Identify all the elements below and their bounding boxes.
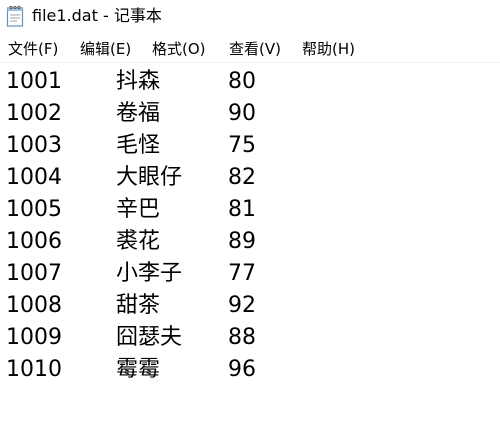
menu-edit[interactable]: 编辑(E) — [78, 36, 133, 62]
menu-file[interactable]: 文件(F) — [6, 36, 60, 62]
text-line: 1002 卷福 90 — [0, 98, 500, 130]
record-score: 82 — [228, 165, 256, 190]
record-id: 1010 — [6, 357, 62, 382]
record-name: 卷福 — [116, 101, 161, 126]
text-line: 1004 大眼仔 82 — [0, 162, 500, 194]
text-line: 1006 裘花 89 — [0, 226, 500, 258]
menu-help[interactable]: 帮助(H) — [300, 36, 357, 62]
text-line: 1010 霉霉 96 — [0, 354, 500, 386]
record-name: 裘花 — [116, 229, 161, 254]
record-id: 1001 — [6, 69, 62, 94]
record-score: 89 — [228, 229, 256, 254]
record-name: 囧瑟夫 — [116, 325, 183, 350]
record-name: 大眼仔 — [116, 165, 183, 190]
record-id: 1008 — [6, 293, 62, 318]
record-name: 辛巴 — [116, 197, 161, 222]
record-id: 1003 — [6, 133, 62, 158]
record-name: 毛怪 — [116, 133, 161, 158]
notepad-icon — [6, 5, 24, 27]
record-score: 96 — [228, 357, 256, 382]
record-score: 88 — [228, 325, 256, 350]
menu-view[interactable]: 查看(V) — [227, 36, 283, 62]
record-name: 抖森 — [116, 69, 161, 94]
record-score: 90 — [228, 101, 256, 126]
record-name: 小李子 — [116, 261, 183, 286]
menu-format[interactable]: 格式(O) — [150, 36, 208, 62]
record-id: 1005 — [6, 197, 62, 222]
text-line: 1008 甜茶 92 — [0, 290, 500, 322]
record-id: 1004 — [6, 165, 62, 190]
record-score: 81 — [228, 197, 256, 222]
text-line: 1007 小李子 77 — [0, 258, 500, 290]
title-bar[interactable]: file1.dat - 记事本 — [0, 0, 500, 34]
notepad-window: file1.dat - 记事本 文件(F) 编辑(E) 格式(O) 查看(V) … — [0, 0, 500, 428]
text-line: 1001 抖森 80 — [0, 66, 500, 98]
record-id: 1007 — [6, 261, 62, 286]
record-id: 1006 — [6, 229, 62, 254]
record-id: 1009 — [6, 325, 62, 350]
record-id: 1002 — [6, 101, 62, 126]
record-score: 77 — [228, 261, 256, 286]
menu-bar: 文件(F) 编辑(E) 格式(O) 查看(V) 帮助(H) — [0, 36, 500, 63]
record-score: 92 — [228, 293, 256, 318]
text-line: 1009 囧瑟夫 88 — [0, 322, 500, 354]
record-score: 75 — [228, 133, 256, 158]
record-score: 80 — [228, 69, 256, 94]
record-name: 霉霉 — [116, 357, 161, 382]
text-line: 1005 辛巴 81 — [0, 194, 500, 226]
window-title: file1.dat - 记事本 — [32, 6, 162, 25]
text-line: 1003 毛怪 75 — [0, 130, 500, 162]
text-editor-area[interactable]: 1001 抖森 80 1002 卷福 90 1003 毛怪 75 1004 大眼… — [0, 64, 500, 428]
record-name: 甜茶 — [116, 293, 161, 318]
